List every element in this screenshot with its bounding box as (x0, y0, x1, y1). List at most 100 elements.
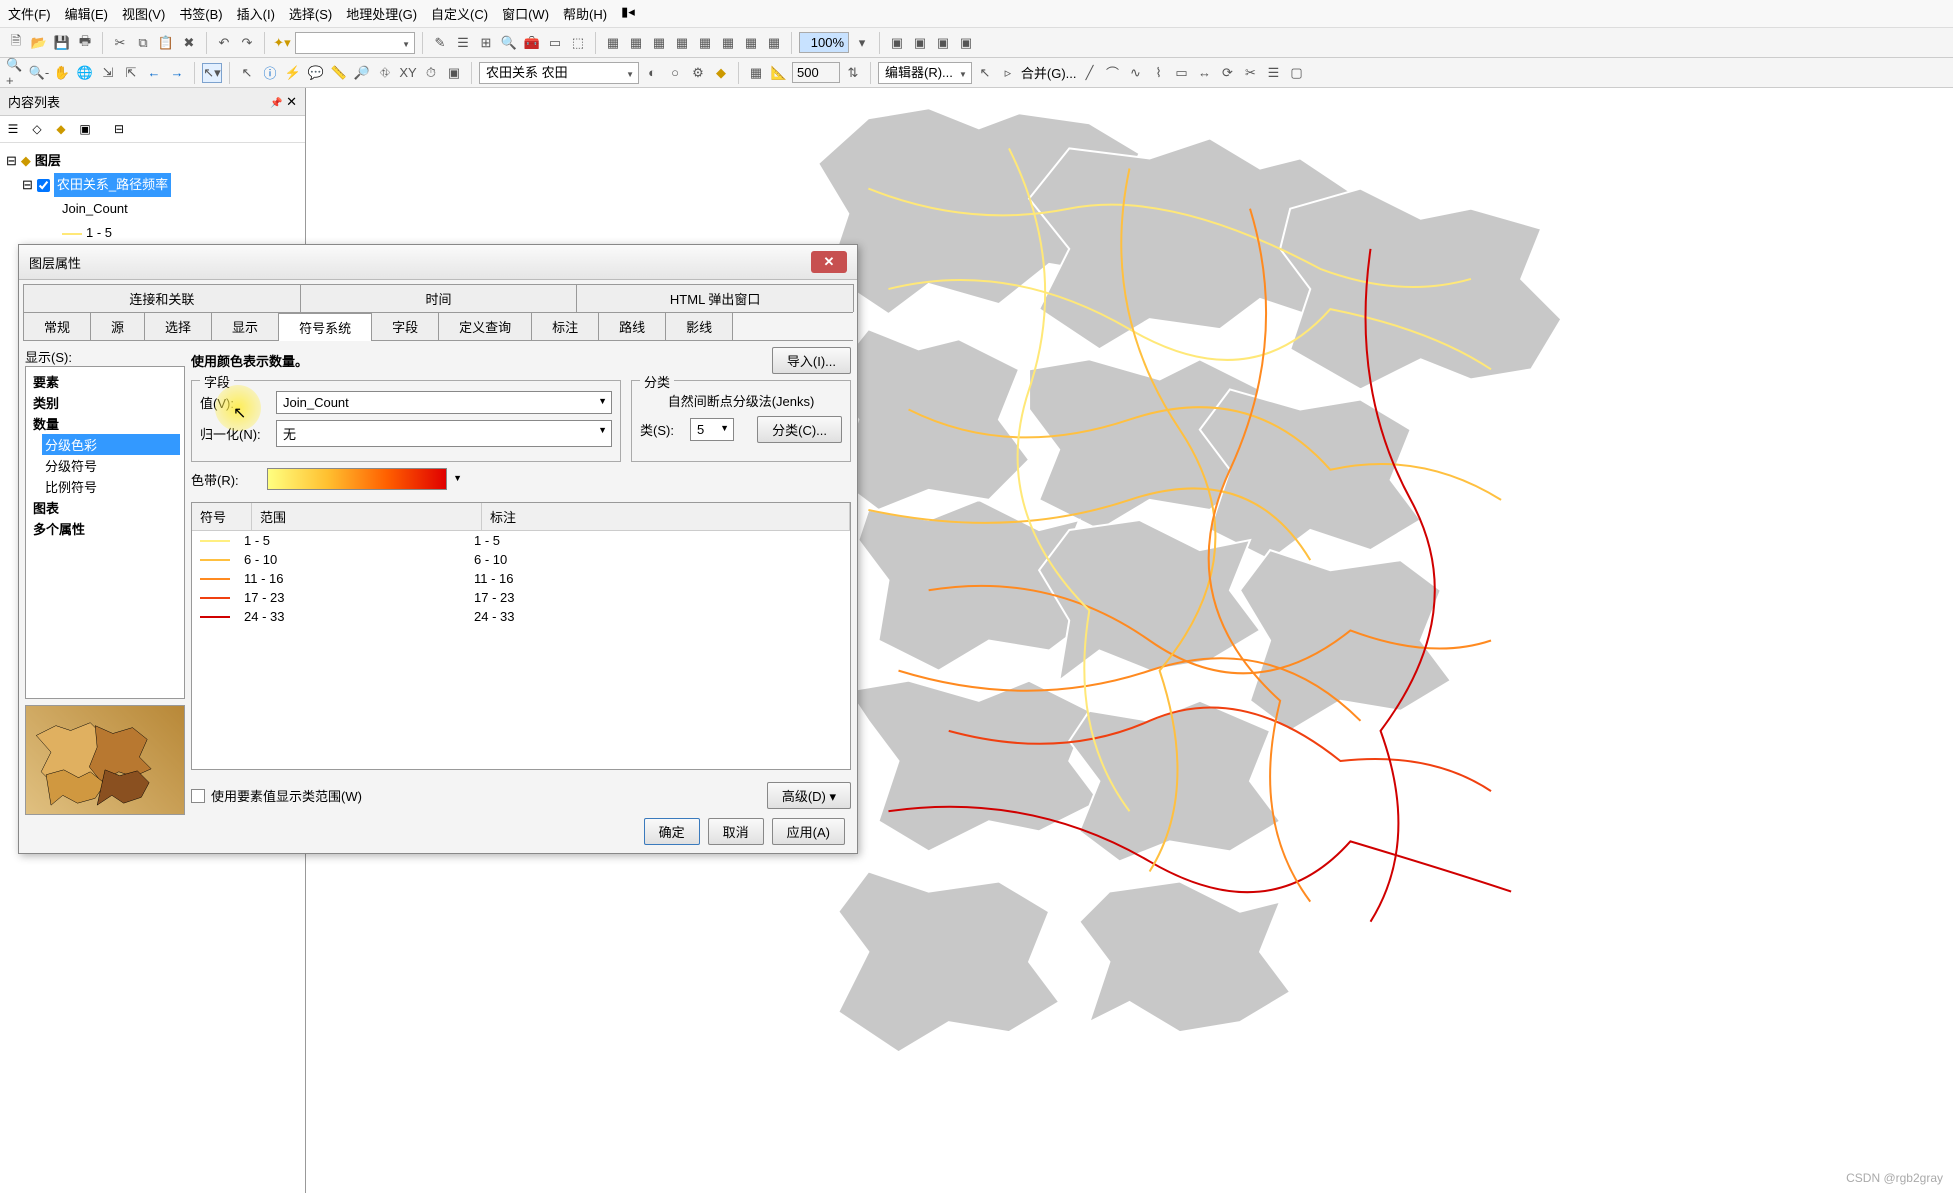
gear-icon[interactable]: ⚙ (688, 63, 708, 83)
viewer-icon[interactable]: ▣ (444, 63, 464, 83)
tab-selection[interactable]: 选择 (144, 312, 212, 340)
show-grad-symbol[interactable]: 分级符号 (42, 455, 180, 476)
pan-icon[interactable]: ✋ (52, 63, 72, 83)
options-icon[interactable]: ⊟ (110, 120, 128, 138)
modelbuilder-icon[interactable]: ⬚ (568, 33, 588, 53)
layout3-icon[interactable]: ▣ (933, 33, 953, 53)
layer-name[interactable]: 农田关系_路径频率 (54, 173, 171, 197)
paste-icon[interactable]: 📋 (156, 33, 176, 53)
color-ramp[interactable] (267, 468, 447, 490)
hdr-symbol[interactable]: 符号 (192, 503, 252, 530)
tab-hatches[interactable]: 影线 (665, 312, 733, 340)
list-by-visibility-icon[interactable]: ◆ (52, 120, 70, 138)
redo-icon[interactable]: ↷ (237, 33, 257, 53)
print-icon[interactable]: 🖶 (75, 33, 95, 53)
show-category[interactable]: 类别 (33, 396, 59, 411)
table-row[interactable]: 24 - 3324 - 33 (192, 607, 850, 626)
save-icon[interactable]: 💾 (52, 33, 72, 53)
forward-icon[interactable]: → (167, 63, 187, 83)
circle2-icon[interactable]: ○ (665, 63, 685, 83)
layer-visibility-chk[interactable] (37, 179, 50, 192)
class-table[interactable]: 符号 范围 标注 1 - 51 - 56 - 106 - 1011 - 1611… (191, 502, 851, 770)
import-button[interactable]: 导入(I)... (772, 347, 851, 374)
list-by-drawing-icon[interactable]: ☰ (4, 120, 22, 138)
rotate-tool-icon[interactable]: ⟳ (1218, 63, 1238, 83)
grid4-icon[interactable]: ▦ (672, 33, 692, 53)
back-icon[interactable]: ← (144, 63, 164, 83)
move-tool-icon[interactable]: ↔ (1195, 63, 1215, 83)
editor-toolbar-icon[interactable]: ✎ (430, 33, 450, 53)
hyperlink-icon[interactable]: ⚡ (283, 63, 303, 83)
cut-icon[interactable]: ✂ (110, 33, 130, 53)
show-quantity[interactable]: 数量 (33, 417, 59, 432)
tab-general[interactable]: 常规 (23, 312, 91, 340)
curve-tool-icon[interactable]: ∿ (1126, 63, 1146, 83)
grid8-icon[interactable]: ▦ (764, 33, 784, 53)
identify-icon[interactable]: ⓘ (260, 63, 280, 83)
table-row[interactable]: 6 - 106 - 10 (192, 550, 850, 569)
time-slider-icon[interactable]: ⏱ (421, 63, 441, 83)
grid1-icon[interactable]: ▦ (603, 33, 623, 53)
toolbox-icon[interactable]: 🧰 (522, 33, 542, 53)
copy-icon[interactable]: ⧉ (133, 33, 153, 53)
scale-stepper-icon[interactable]: ⇅ (843, 63, 863, 83)
sketch-icon[interactable]: ▢ (1287, 63, 1307, 83)
attributes-icon[interactable]: ☰ (1264, 63, 1284, 83)
measure-icon[interactable]: 📏 (329, 63, 349, 83)
tab-source[interactable]: 源 (90, 312, 145, 340)
editor-dropdown[interactable]: 编辑器(R)... (878, 62, 972, 84)
use-feature-checkbox[interactable] (191, 789, 205, 803)
tab-symbology[interactable]: 符号系统 (278, 313, 372, 341)
hdr-range[interactable]: 范围 (252, 503, 482, 530)
grid7-icon[interactable]: ▦ (741, 33, 761, 53)
split-tool-icon[interactable]: ✂ (1241, 63, 1261, 83)
layers-root[interactable]: 图层 (35, 149, 61, 173)
tab-join[interactable]: 连接和关联 (23, 284, 301, 312)
arc-tool-icon[interactable]: ⌒ (1103, 63, 1123, 83)
catalog-icon[interactable]: ⊞ (476, 33, 496, 53)
tab-defquery[interactable]: 定义查询 (438, 312, 532, 340)
menu-select[interactable]: 选择(S) (289, 4, 332, 23)
find-route-icon[interactable]: ⛗ (375, 63, 395, 83)
layout2-icon[interactable]: ▣ (910, 33, 930, 53)
html-popup-icon[interactable]: 💬 (306, 63, 326, 83)
list-by-selection-icon[interactable]: ▣ (76, 120, 94, 138)
show-feature[interactable]: 要素 (33, 375, 59, 390)
scale-value[interactable]: 500 (792, 62, 840, 83)
norm-select[interactable]: 无 (276, 420, 612, 447)
table-row[interactable]: 11 - 1611 - 16 (192, 569, 850, 588)
layers-icon[interactable]: ◆ (711, 63, 731, 83)
fixed-zoom-in-icon[interactable]: ⇲ (98, 63, 118, 83)
classify-button[interactable]: 分类(C)... (757, 416, 842, 443)
collapse-icon[interactable]: ⊟ (6, 149, 17, 173)
menu-insert[interactable]: 插入(I) (237, 4, 275, 23)
related-layer-dropdown[interactable]: 农田关系 农田 (479, 62, 639, 84)
show-grad-color[interactable]: 分级色彩 (42, 434, 180, 455)
tab-fields[interactable]: 字段 (371, 312, 439, 340)
python-icon[interactable]: ▭ (545, 33, 565, 53)
edit-vertex-icon[interactable]: ▹ (998, 63, 1018, 83)
pointer-icon[interactable]: ↖ (237, 63, 257, 83)
toc-icon[interactable]: ☰ (453, 33, 473, 53)
tab-display[interactable]: 显示 (211, 312, 279, 340)
show-multi[interactable]: 多个属性 (33, 522, 85, 537)
advanced-button[interactable]: 高级(D) ▾ (767, 782, 851, 809)
classes-select[interactable]: 5 (690, 418, 734, 441)
edit-tool-icon[interactable]: ↖ (975, 63, 995, 83)
ruler-icon[interactable]: 📐 (769, 63, 789, 83)
open-icon[interactable]: 📂 (29, 33, 49, 53)
pin-icon[interactable]: 📌 (270, 98, 282, 109)
menu-window[interactable]: 窗口(W) (502, 4, 549, 23)
rect-tool-icon[interactable]: ▭ (1172, 63, 1192, 83)
close-panel-icon[interactable]: ✕ (286, 94, 297, 109)
show-list[interactable]: 要素 类别 数量 分级色彩 分级符号 比例符号 图表 多个属性 (25, 366, 185, 699)
add-data-icon[interactable]: ✦▾ (272, 33, 292, 53)
tab-routes[interactable]: 路线 (598, 312, 666, 340)
show-chart[interactable]: 图表 (33, 501, 59, 516)
circle1-icon[interactable]: ◐ (642, 63, 662, 83)
merge-label[interactable]: 合并(G)... (1021, 63, 1077, 82)
layout-icon[interactable]: ▣ (887, 33, 907, 53)
tab-time[interactable]: 时间 (300, 284, 578, 312)
goto-xy-icon[interactable]: XY (398, 63, 418, 83)
toggle-icon[interactable]: ▮◂ (621, 4, 635, 23)
